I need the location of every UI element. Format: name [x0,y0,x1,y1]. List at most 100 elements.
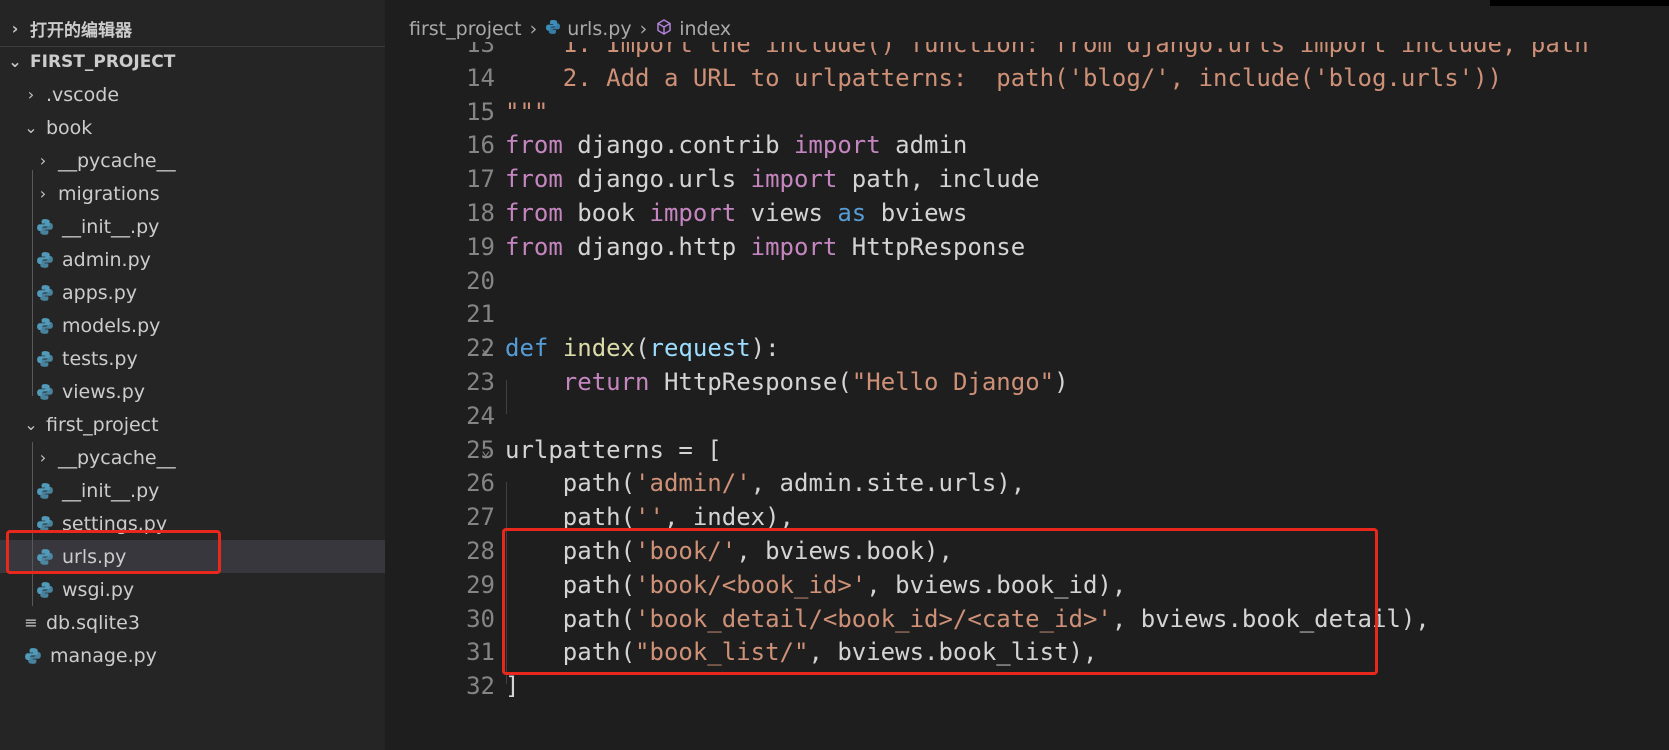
code-line[interactable]: 15 """ [385,94,1669,130]
line-number: 32 [466,672,495,701]
code-line[interactable]: 18 from book import views as bviews [385,195,1669,231]
code-line[interactable]: 23 return HttpResponse("Hello Django") [385,364,1669,400]
tree-item-vscode[interactable]: › .vscode [0,78,385,111]
line-number: 20 [466,266,495,295]
project-label: FIRST_PROJECT [30,51,176,72]
chevron-down-icon: ⌄ [24,118,38,137]
chevron-right-icon: › [39,448,47,467]
python-icon [545,18,561,40]
chevron-right-icon: › [39,151,47,170]
tree-item-label: __pycache__ [58,446,176,469]
fold-chevron-icon[interactable]: ⌄ [481,432,491,468]
indent-guide [32,442,33,606]
open-editors-section[interactable]: › 打开的编辑器 [0,12,385,45]
tree-item-label: book [46,116,93,139]
python-file-icon [36,284,54,302]
line-number: 28 [466,537,495,565]
tree-item-wsgi-py[interactable]: wsgi.py [0,573,385,606]
tree-item-label: migrations [58,182,160,205]
tree-item-admin-py[interactable]: admin.py [0,243,385,276]
code-text: from book import views as bviews [505,199,968,227]
tree-item-label: __init__.py [62,215,160,238]
python-file-icon [36,218,54,236]
code-text: 2. Add a URL to urlpatterns: path('blog/… [505,63,1502,92]
indent-guide [32,170,33,396]
python-file-icon [36,482,54,500]
tree-item-book[interactable]: ⌄ book [0,111,385,144]
line-number: 14 [466,63,495,92]
tree-item-label: first_project [46,413,159,436]
code-text: from django.urls import path, include [505,165,1040,194]
code-line[interactable]: 21 [385,296,1669,332]
tree-item-label: models.py [62,314,161,337]
code-line[interactable]: 17 from django.urls import path, include [385,161,1669,197]
code-line[interactable]: 25 ⌄ urlpatterns = [ [385,432,1669,468]
line-number: 23 [466,368,495,396]
line-number: 25 [466,435,495,464]
chevron-right-icon: › [39,184,47,203]
tree-item-views-py[interactable]: views.py [0,375,385,408]
file-lines-icon: ≡ [24,613,38,632]
tree-item-label: __init__.py [62,479,160,502]
code-line[interactable]: 14 2. Add a URL to urlpatterns: path('bl… [385,60,1669,96]
tree-item-manage-py[interactable]: manage.py [0,639,385,672]
tree-item-init-py[interactable]: __init__.py [0,474,385,507]
python-file-icon [36,383,54,401]
breadcrumb-folder[interactable]: first_project [409,18,522,40]
line-number: 19 [466,232,495,261]
tree-item-label: views.py [62,380,145,403]
tree-item-label: tests.py [62,347,138,370]
line-number: 16 [466,131,495,160]
tree-item-label: __pycache__ [58,149,176,172]
line-number: 30 [466,604,495,633]
code-text: def index(request): [505,334,780,363]
python-file-icon [36,581,54,599]
code-text: """ [505,97,549,126]
fold-chevron-icon[interactable]: ⌄ [481,330,491,366]
tree-item-apps-py[interactable]: apps.py [0,276,385,309]
python-file-icon [36,251,54,269]
tree-item-init-py[interactable]: __init__.py [0,210,385,243]
tree-item-first-project[interactable]: ⌄ first_project [0,408,385,441]
project-section[interactable]: ⌄ FIRST_PROJECT [0,45,385,78]
code-text: return HttpResponse("Hello Django") [562,368,1069,396]
code-editor[interactable]: first_project › urls.py › index 13 1. Im… [385,0,1669,750]
code-line[interactable]: 20 [385,263,1669,299]
code-line[interactable]: 19 from django.http import HttpResponse [385,229,1669,265]
line-number: 27 [466,503,495,532]
tree-item-models-py[interactable]: models.py [0,309,385,342]
tree-item-label: apps.py [62,281,138,304]
python-file-icon [36,317,54,335]
code-line[interactable]: 16 from django.contrib import admin [385,127,1669,163]
code-text: urlpatterns = [ [505,435,722,464]
symbol-method-icon [655,18,673,41]
tree-item-tests-py[interactable]: tests.py [0,342,385,375]
tree-item-label: admin.py [62,248,151,271]
code-line[interactable]: 24 [385,398,1669,434]
line-number: 18 [466,199,495,227]
line-number: 29 [466,570,495,599]
tree-item-pycache[interactable]: › __pycache__ [0,441,385,474]
breadcrumb: first_project › urls.py › index [385,14,731,44]
tree-item-pycache[interactable]: › __pycache__ [0,144,385,177]
tree-item-label: wsgi.py [62,578,135,601]
code-line[interactable]: 26 path('admin/', admin.site.urls), [385,465,1669,501]
chevron-right-icon: › [27,85,35,104]
indent-guide [506,380,507,414]
tree-item-label: db.sqlite3 [46,611,140,634]
line-number: 21 [466,300,495,329]
overlay-bar [1490,0,1669,6]
breadcrumb-symbol[interactable]: index [679,18,731,40]
code-text: from django.http import HttpResponse [505,232,1026,261]
tree-item-migrations[interactable]: › migrations [0,177,385,210]
chevron-down-icon: ⌄ [24,415,38,434]
breadcrumb-file[interactable]: urls.py [567,18,631,40]
code-line[interactable]: 22 ⌄ def index(request): [385,330,1669,366]
line-number: 24 [466,401,495,430]
python-file-icon [36,350,54,368]
url-patterns-highlight-box [502,528,1378,675]
tree-item-db-sqlite3[interactable]: ≡ db.sqlite3 [0,606,385,639]
tree-item-label: manage.py [50,644,157,667]
line-number: 26 [466,469,495,498]
tree-item-label: .vscode [46,83,120,106]
